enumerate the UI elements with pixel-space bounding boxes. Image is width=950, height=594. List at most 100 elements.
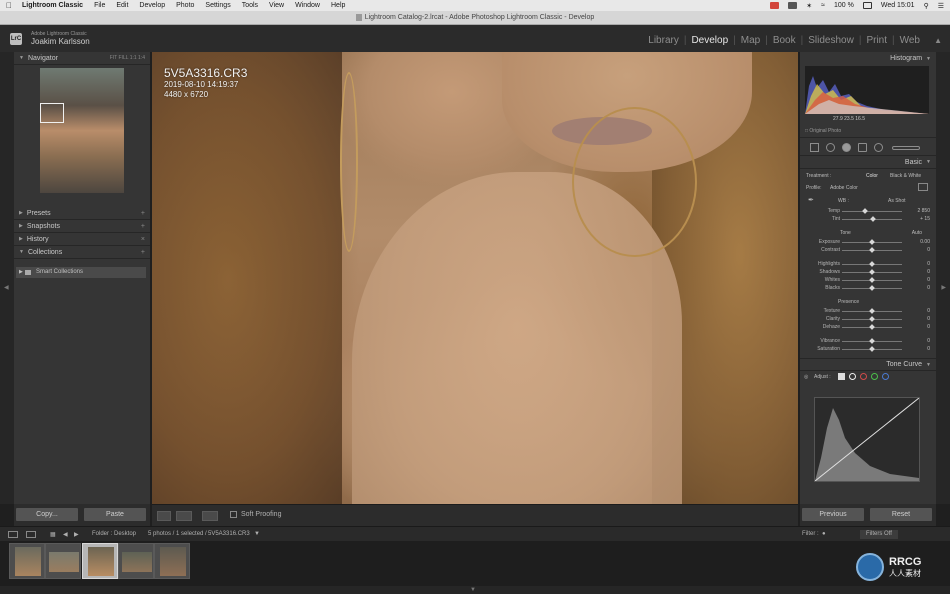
temp-slider[interactable]: Temp 2 850 <box>800 208 936 216</box>
profile-dropdown[interactable]: Adobe Color <box>830 185 858 191</box>
reset-button[interactable]: Reset <box>870 508 932 521</box>
secondary-display-icon[interactable] <box>26 531 36 538</box>
left-panel-edge[interactable]: ◀ <box>0 52 14 504</box>
collapse-right-icon[interactable]: ▶ <box>941 284 946 291</box>
menu-window[interactable]: Window <box>295 2 320 9</box>
basic-header[interactable]: Basic ▼ <box>800 156 936 169</box>
vibrance-slider[interactable]: Vibrance 0 <box>800 338 936 346</box>
previous-button[interactable]: Previous <box>802 508 864 521</box>
status-app-icon[interactable] <box>770 2 780 9</box>
menu-edit[interactable]: Edit <box>116 2 128 9</box>
treatment-bw-option[interactable]: Black & White <box>890 173 921 179</box>
menu-help[interactable]: Help <box>331 2 345 9</box>
search-icon[interactable]: ⚲ <box>924 2 929 10</box>
point-curve-white-icon[interactable] <box>849 373 856 380</box>
wb-dropdown[interactable]: As Shot <box>888 198 906 204</box>
crop-tool-icon[interactable] <box>810 143 819 152</box>
tone-curve-graph[interactable] <box>814 397 920 482</box>
photo-canvas[interactable]: 5V5A3316.CR3 2019-08-10 14:19:37 4480 x … <box>152 52 798 504</box>
soft-proofing-checkbox[interactable] <box>230 511 237 518</box>
navigator-preview[interactable] <box>14 65 150 207</box>
right-panel-edge[interactable]: ▶ <box>936 52 950 504</box>
filmstrip-thumb[interactable] <box>9 543 45 579</box>
temp-track[interactable] <box>842 211 902 212</box>
add-snapshot-icon[interactable]: + <box>141 223 145 230</box>
dehaze-slider[interactable]: Dehaze 0 <box>800 324 936 332</box>
bluetooth-icon[interactable]: ✶ <box>806 2 812 10</box>
point-curve-blue-icon[interactable] <box>882 373 889 380</box>
shadows-slider[interactable]: Shadows 0 <box>800 269 936 277</box>
add-collection-icon[interactable]: + <box>141 249 145 256</box>
saturation-slider[interactable]: Saturation 0 <box>800 346 936 354</box>
histogram-header[interactable]: Histogram ▼ <box>800 52 936 65</box>
point-curve-red-icon[interactable] <box>860 373 867 380</box>
red-eye-icon[interactable] <box>842 143 851 152</box>
copy-button[interactable]: Copy... <box>16 508 78 521</box>
menu-settings[interactable]: Settings <box>205 2 230 9</box>
auto-tone-button[interactable]: Auto <box>912 230 922 236</box>
source-dropdown-icon[interactable]: ▼ <box>254 531 260 537</box>
blacks-slider[interactable]: Blacks 0 <box>800 285 936 293</box>
expand-triangle-icon[interactable]: ▶ <box>19 267 23 278</box>
forward-arrow-icon[interactable]: ▶ <box>74 531 79 538</box>
treatment-color-option[interactable]: Color <box>866 173 878 179</box>
menu-photo[interactable]: Photo <box>176 2 194 9</box>
back-arrow-icon[interactable]: ◀ <box>63 531 68 538</box>
panel-toggle-icon[interactable]: ▲ <box>934 36 942 45</box>
module-slideshow[interactable]: Slideshow <box>808 35 854 46</box>
filmstrip-selected-file[interactable]: 5V5A3316.CR3 <box>208 531 250 537</box>
navigator-thumbnail[interactable] <box>40 68 124 193</box>
radial-filter-icon[interactable] <box>874 143 883 152</box>
clear-history-icon[interactable]: × <box>141 236 145 243</box>
module-web[interactable]: Web <box>900 35 920 46</box>
menu-list-icon[interactable]: ☰ <box>938 2 944 10</box>
app-menu[interactable]: Lightroom Classic <box>22 2 83 9</box>
before-after-swap-icon[interactable] <box>202 511 218 521</box>
filter-dropdown[interactable]: Filters Off <box>860 530 898 539</box>
status-menu-icon[interactable] <box>788 2 798 9</box>
apple-icon[interactable]:  <box>6 1 12 10</box>
profile-browser-icon[interactable] <box>918 183 928 191</box>
smart-collections-item[interactable]: ▶ Smart Collections <box>16 267 146 278</box>
loupe-view-icon[interactable] <box>157 511 171 521</box>
navigator-zoom-box[interactable] <box>40 103 64 123</box>
grid-view-icon[interactable]: ▦ <box>50 531 56 538</box>
whites-slider[interactable]: Whites 0 <box>800 277 936 285</box>
soft-proofing-toggle[interactable]: Soft Proofing <box>230 511 281 518</box>
collapse-bottom-icon[interactable]: ▼ <box>470 587 476 593</box>
before-after-icon[interactable] <box>176 511 192 521</box>
adjustment-brush-icon[interactable] <box>892 146 920 150</box>
filmstrip-thumb-selected[interactable] <box>82 543 118 579</box>
menu-develop[interactable]: Develop <box>139 2 165 9</box>
module-library[interactable]: Library <box>648 35 679 46</box>
tint-knob[interactable] <box>870 216 876 222</box>
original-photo-label[interactable]: □ Original Photo <box>805 128 841 134</box>
exposure-slider[interactable]: Exposure 0.00 <box>800 239 936 247</box>
paste-button[interactable]: Paste <box>84 508 146 521</box>
contrast-slider[interactable]: Contrast 0 <box>800 247 936 255</box>
point-curve-green-icon[interactable] <box>871 373 878 380</box>
histogram-graph[interactable] <box>805 66 929 114</box>
filter-lock-icon[interactable]: ● <box>822 531 826 537</box>
module-book[interactable]: Book <box>773 35 796 46</box>
wifi-icon[interactable]: ≈ <box>821 2 825 9</box>
history-header[interactable]: ▶ History × <box>14 233 150 246</box>
wb-eyedropper-icon[interactable]: ✒ <box>808 196 814 204</box>
menu-file[interactable]: File <box>94 2 105 9</box>
spot-removal-icon[interactable] <box>826 143 835 152</box>
presets-header[interactable]: ▶ Presets + <box>14 207 150 220</box>
temp-knob[interactable] <box>862 208 868 214</box>
navigator-zoom-options[interactable]: FIT FILL 1:1 1:4 <box>110 55 145 61</box>
battery-icon[interactable] <box>862 2 872 9</box>
tone-curve-header[interactable]: Tone Curve ▼ <box>800 358 936 371</box>
primary-display-icon[interactable] <box>8 531 18 538</box>
filmstrip-source[interactable]: Folder : Desktop <box>92 531 136 537</box>
snapshots-header[interactable]: ▶ Snapshots + <box>14 220 150 233</box>
highlights-slider[interactable]: Highlights 0 <box>800 261 936 269</box>
filmstrip-thumb[interactable] <box>118 543 154 579</box>
filmstrip-thumb[interactable] <box>45 543 81 579</box>
filmstrip-thumb[interactable] <box>154 543 190 579</box>
menu-tools[interactable]: Tools <box>242 2 258 9</box>
module-map[interactable]: Map <box>741 35 760 46</box>
texture-slider[interactable]: Texture 0 <box>800 308 936 316</box>
